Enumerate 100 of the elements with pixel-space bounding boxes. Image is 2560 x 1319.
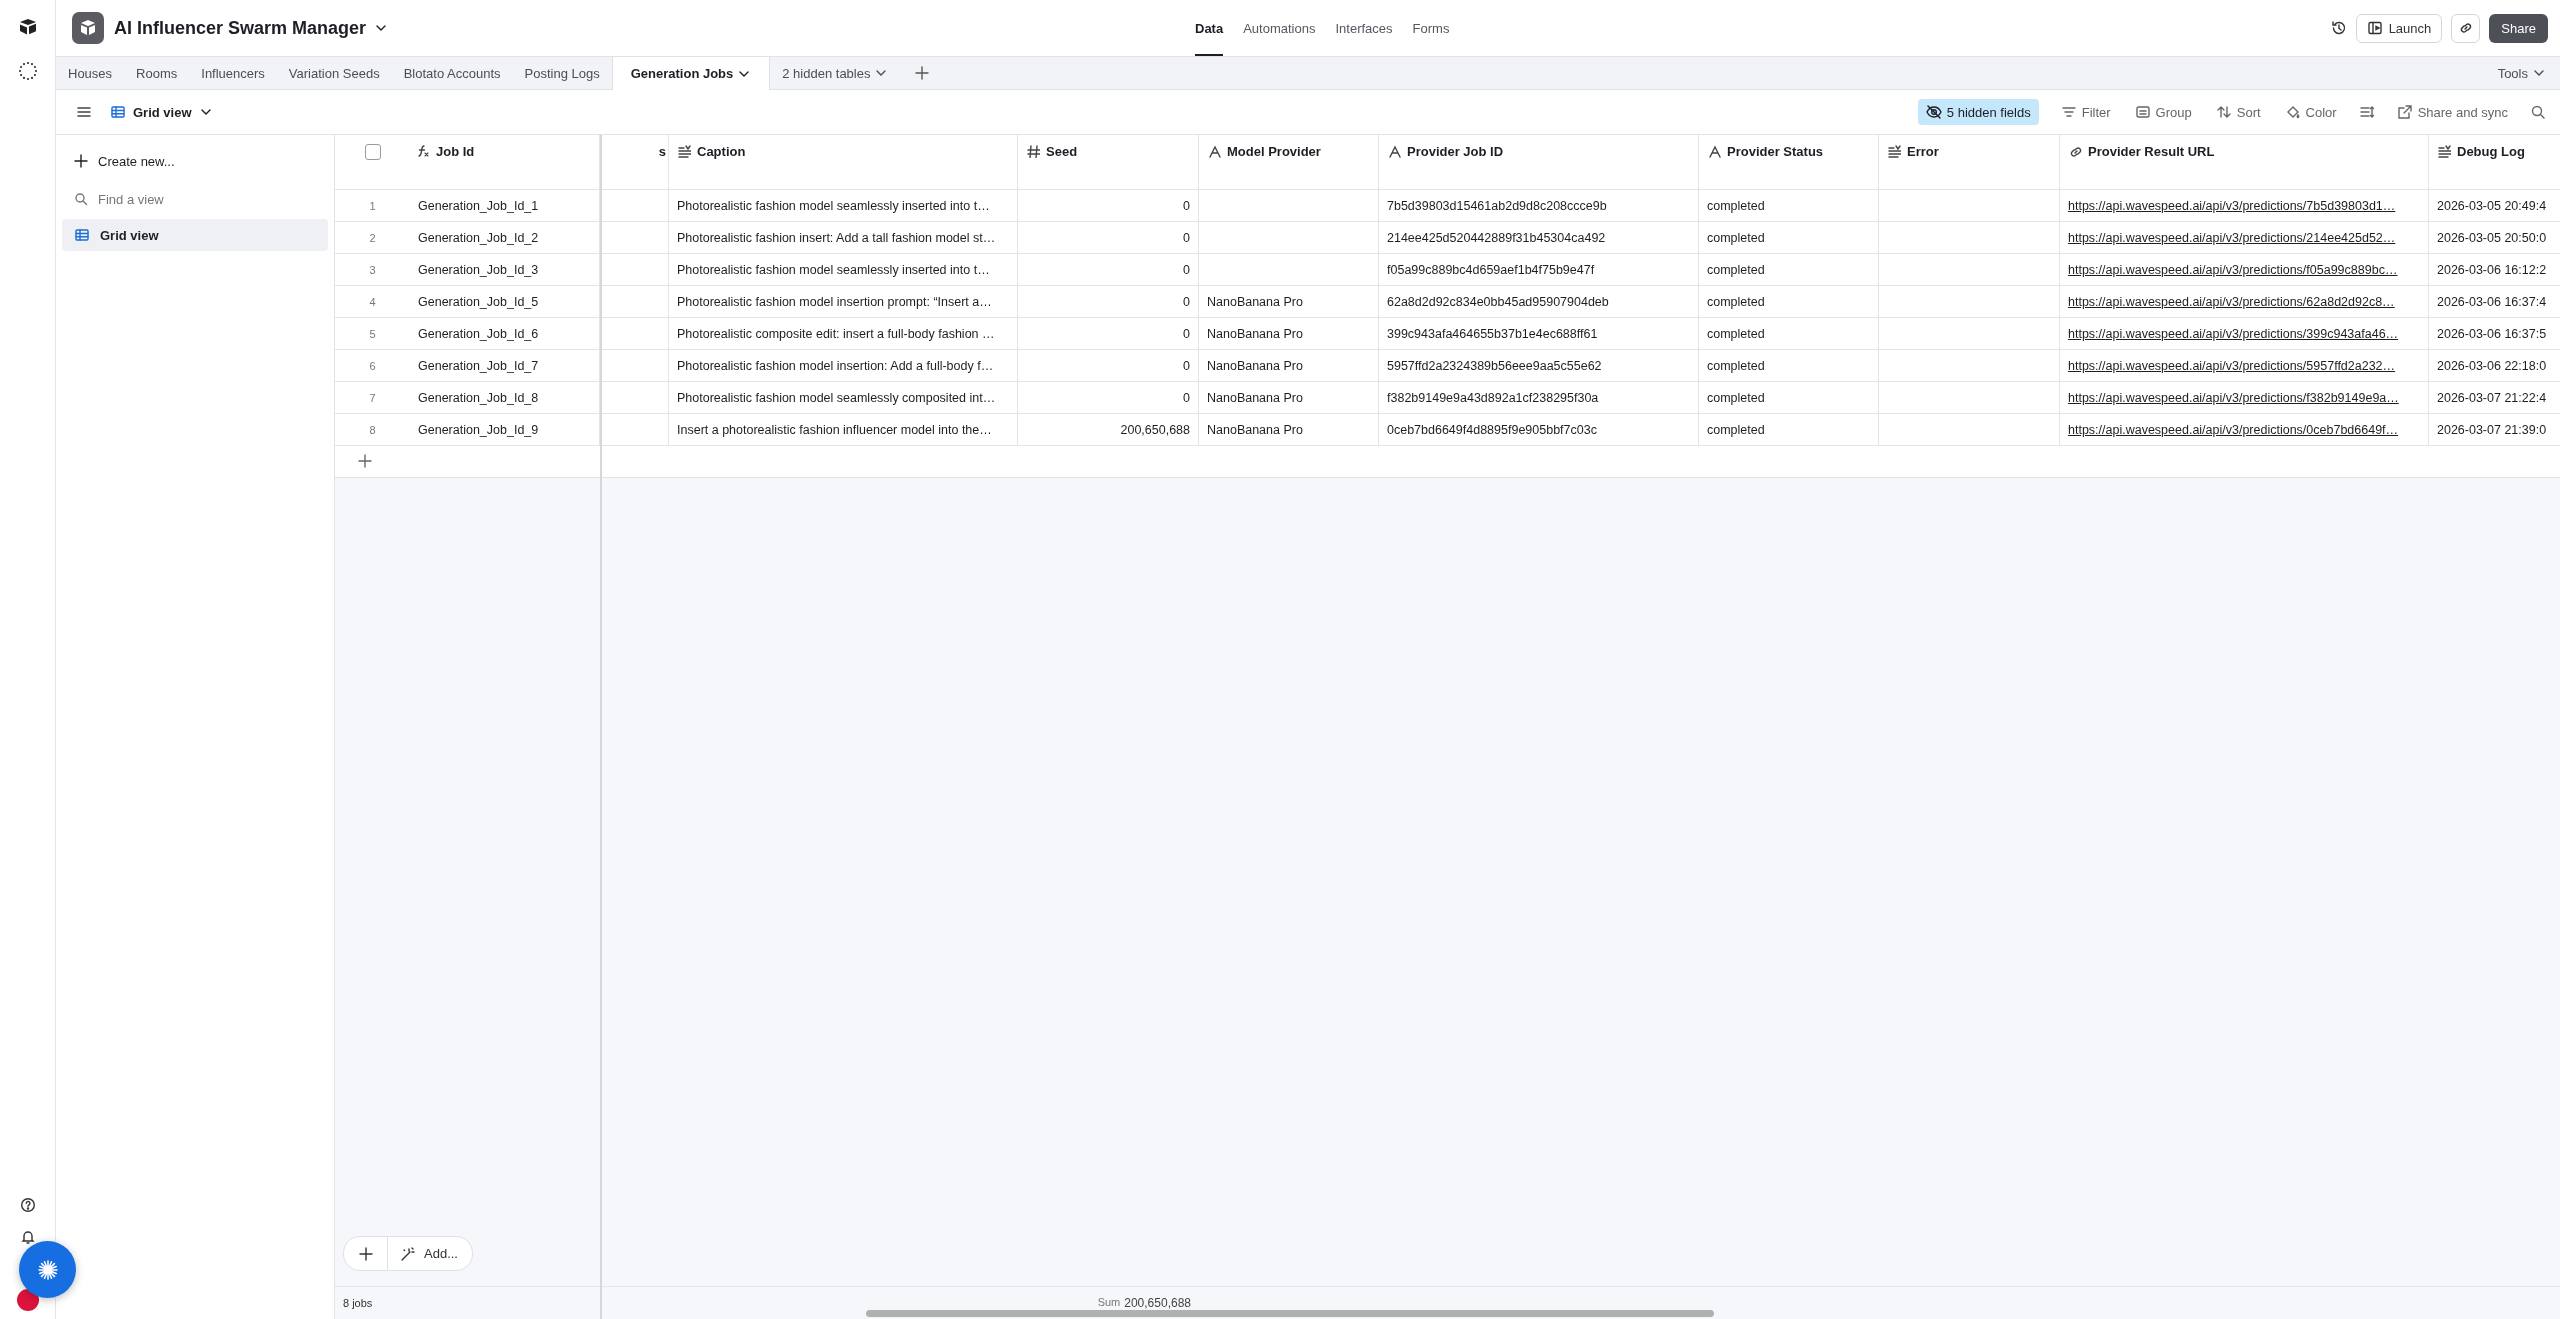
toolbar-button[interactable]: Group: [2132, 99, 2194, 125]
table-cell: completed: [1699, 350, 1879, 381]
table-cell: completed: [1699, 222, 1879, 253]
row-number: 4: [368, 294, 377, 310]
table-cell-text: 2026-03-05 20:49:4: [2436, 197, 2548, 215]
table-tab[interactable]: Variation Seeds: [276, 57, 392, 89]
launch-button[interactable]: Launch: [2355, 13, 2443, 43]
toolbar-button[interactable]: Sort: [2213, 99, 2263, 125]
table-cell-text: 2026-03-07 21:22:4: [2436, 389, 2548, 407]
link[interactable]: https://api.wavespeed.ai/api/v3/predictions/7b5d39803d1…: [2068, 198, 2396, 213]
share-button[interactable]: Share: [2489, 13, 2548, 43]
link[interactable]: https://api.wavespeed.ai/api/v3/predictions/399c943afa46…: [2068, 326, 2399, 341]
table-cell: 0: [1018, 318, 1199, 349]
table-cell: f05a99c889bc4d659aef1b4f75b9e47f: [1379, 254, 1699, 285]
table-cell: NanoBanana Pro: [1199, 414, 1379, 445]
table-cell: completed: [1699, 414, 1879, 445]
table-cell: completed: [1699, 254, 1879, 285]
table-cell: 0ceb7bd6649f4d8895f9e905bbf7c03c: [1379, 414, 1699, 445]
link[interactable]: https://api.wavespeed.ai/api/v3/predictions/f382b9149e9a…: [2068, 390, 2399, 405]
table-cell: NanoBanana Pro: [1199, 382, 1379, 413]
table-cell: Photorealistic fashion model insertion prompt: “Insert a…: [669, 286, 1018, 317]
add-button[interactable]: Add...: [388, 1237, 472, 1270]
table-cell: 0: [1018, 190, 1199, 221]
column-header[interactable]: Error: [1879, 135, 2060, 189]
table-cell-text: 2026-03-06 16:12:2: [2436, 261, 2548, 279]
table-cell: Photorealistic composite edit: insert a full-body fashion …: [669, 318, 1018, 349]
table-cell: NanoBanana Pro: [1199, 350, 1379, 381]
row-number: 2: [368, 230, 377, 246]
link[interactable]: https://api.wavespeed.ai/api/v3/predictions/5957ffd2a232…: [2068, 358, 2396, 373]
column-header[interactable]: Debug Log: [2429, 135, 2560, 189]
table-cell: Photorealistic fashion insert: Add a tall fashion model st…: [669, 222, 1018, 253]
table-cell: Photorealistic fashion model seamlessly inserted into t…: [669, 190, 1018, 221]
view-search-field[interactable]: Find a view: [98, 191, 298, 207]
row-number: 7: [368, 390, 377, 406]
table-cell: 0: [1018, 286, 1199, 317]
link[interactable]: https://api.wavespeed.ai/api/v3/predictions/214ee425d52…: [2068, 230, 2396, 245]
column-header[interactable]: s: [602, 135, 669, 189]
row-number: 8: [368, 422, 377, 438]
row-number: 3: [368, 262, 377, 278]
nav-tab[interactable]: Forms: [1412, 0, 1450, 56]
column-header[interactable]: Provider Status: [1699, 135, 1879, 189]
table-cell: Generation_Job_Id_5: [410, 286, 600, 317]
table-tab[interactable]: Houses: [56, 57, 125, 89]
table-cell: completed: [1699, 318, 1879, 349]
column-header[interactable]: Caption: [669, 135, 1018, 189]
table-cell: Photorealistic fashion model seamlessly inserted into t…: [669, 254, 1018, 285]
table-cell: completed: [1699, 190, 1879, 221]
table-tab[interactable]: Influencers: [189, 57, 277, 89]
table-cell: f382b9149e9a43d892a1cf238295f30a: [1379, 382, 1699, 413]
table-cell: Insert a photorealistic fashion influencer model into the…: [669, 414, 1018, 445]
table-cell: 200,650,688: [1018, 414, 1199, 445]
table-cell: completed: [1699, 286, 1879, 317]
table-cell: 0: [1018, 222, 1199, 253]
column-header[interactable]: Model Provider: [1199, 135, 1379, 189]
table-cell-text: 2026-03-06 16:37:4: [2436, 293, 2548, 311]
table-tab[interactable]: Posting Logs: [512, 57, 612, 89]
column-header[interactable]: Provider Result URL: [2060, 135, 2429, 189]
toolbar-button[interactable]: Color: [2282, 99, 2339, 125]
table-cell-text: 2026-03-06 22:18:0: [2436, 357, 2548, 375]
hidden-tables-dropdown[interactable]: 2 hidden tables: [770, 57, 901, 89]
record-count: 8 jobs: [342, 1297, 373, 1309]
row-number: 1: [368, 198, 377, 214]
toolbar-button[interactable]: Share and sync: [2394, 99, 2510, 125]
base-title[interactable]: AI Influencer Swarm Manager: [114, 17, 389, 39]
table-cell: 7b5d39803d15461ab2d9d8c208ccce9b: [1379, 190, 1699, 221]
table-cell: 5957ffd2a2324389b56eee9aa5c55e62: [1379, 350, 1699, 381]
table-tab[interactable]: Blotato Accounts: [391, 57, 513, 89]
table-cell-text: 2026-03-06 16:37:5: [2436, 325, 2548, 343]
column-header[interactable]: Seed: [1018, 135, 1199, 189]
table-cell: 0: [1018, 382, 1199, 413]
table-tab[interactable]: Rooms: [124, 57, 190, 89]
table-cell: Generation_Job_Id_1: [410, 190, 600, 221]
create-view-button[interactable]: Create new...: [62, 143, 328, 179]
table-cell: Generation_Job_Id_8: [410, 382, 600, 413]
table-cell: 0: [1018, 254, 1199, 285]
table-cell: completed: [1699, 382, 1879, 413]
table-tab[interactable]: Generation Jobs: [611, 57, 771, 90]
tools-dropdown[interactable]: Tools: [2483, 57, 2560, 89]
nav-tab[interactable]: Interfaces: [1335, 0, 1393, 56]
view-switcher[interactable]: Grid view: [110, 104, 213, 120]
table-cell: Photorealistic fashion model insertion: Add a full-body f…: [669, 350, 1018, 381]
column-header[interactable]: Provider Job ID: [1379, 135, 1699, 189]
table-cell: Generation_Job_Id_2: [410, 222, 600, 253]
table-cell: NanoBanana Pro: [1199, 318, 1379, 349]
view-item[interactable]: Grid view: [62, 219, 328, 251]
table-cell: NanoBanana Pro: [1199, 286, 1379, 317]
link[interactable]: https://api.wavespeed.ai/api/v3/predictions/62a8d2d92c8…: [2068, 294, 2395, 309]
toolbar-button[interactable]: Filter: [2058, 99, 2113, 125]
row-number: 6: [368, 358, 377, 374]
table-cell-text: 2026-03-05 20:50:0: [2436, 229, 2548, 247]
table-cell: Generation_Job_Id_9: [410, 414, 600, 445]
table-cell: Generation_Job_Id_3: [410, 254, 600, 285]
table-cell: 399c943afa464655b37b1e4ec688ff61: [1379, 318, 1699, 349]
table-cell: Generation_Job_Id_7: [410, 350, 600, 381]
row-number: 5: [368, 326, 377, 342]
toolbar-button[interactable]: 5 hidden fields: [1917, 99, 2039, 125]
table-cell: 62a8d2d92c834e0bb45ad95907904deb: [1379, 286, 1699, 317]
nav-tab[interactable]: Automations: [1243, 0, 1316, 56]
link[interactable]: https://api.wavespeed.ai/api/v3/predictions/f05a99c889bc…: [2068, 262, 2398, 277]
link[interactable]: https://api.wavespeed.ai/api/v3/predictions/0ceb7bd6649f…: [2068, 422, 2399, 437]
